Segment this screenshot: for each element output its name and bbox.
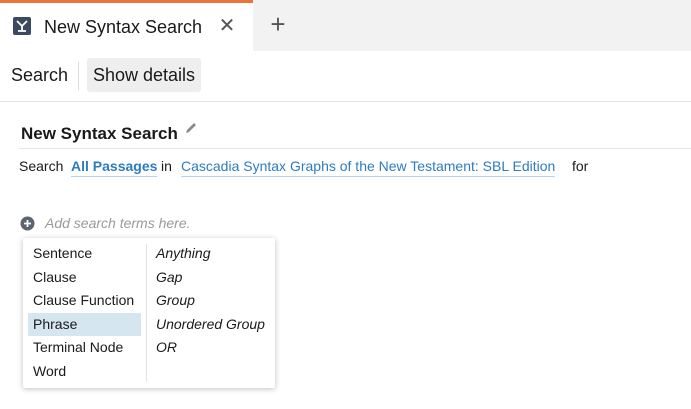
menu-item-word[interactable]: Word	[28, 360, 141, 383]
menu-item-terminal-node[interactable]: Terminal Node	[28, 336, 141, 359]
new-tab-plus-icon[interactable]: +	[266, 11, 290, 37]
search-title: New Syntax Search	[21, 124, 178, 143]
search-button[interactable]: Search	[11, 65, 68, 86]
toolbar-divider	[78, 62, 79, 90]
add-search-terms-input[interactable]: Add search terms here.	[45, 215, 191, 231]
for-word: for	[572, 158, 589, 174]
menu-column-divider	[146, 244, 147, 382]
toolbar: Search Show details	[0, 51, 691, 102]
show-details-button[interactable]: Show details	[87, 58, 202, 92]
menu-item-clause-function[interactable]: Clause Function	[28, 289, 141, 312]
add-circle-icon[interactable]	[20, 216, 35, 231]
scope-link[interactable]: All Passages	[71, 158, 158, 177]
tab-new-syntax-search[interactable]: New Syntax Search ✕	[0, 0, 253, 51]
in-word: in	[161, 158, 172, 174]
tab-strip: New Syntax Search ✕ +	[0, 0, 691, 51]
menu-item-phrase[interactable]: Phrase	[28, 313, 141, 336]
search-prefix: Search	[19, 158, 64, 174]
title-divider	[19, 148, 691, 149]
resource-link[interactable]: Cascadia Syntax Graphs of the New Testam…	[181, 158, 556, 177]
menu-item-gap[interactable]: Gap	[151, 266, 269, 289]
menu-item-group[interactable]: Group	[151, 289, 269, 312]
syntax-search-icon	[12, 16, 32, 36]
close-icon[interactable]: ✕	[218, 16, 236, 36]
menu-item-clause[interactable]: Clause	[28, 266, 141, 289]
menu-item-anything[interactable]: Anything	[151, 242, 269, 265]
menu-item-unordered-group[interactable]: Unordered Group	[151, 313, 269, 336]
pencil-icon[interactable]	[184, 121, 198, 135]
menu-item-or[interactable]: OR	[151, 336, 269, 359]
tab-title: New Syntax Search	[44, 17, 203, 37]
search-term-menu: Sentence Clause Clause Function Phrase T…	[23, 238, 275, 388]
menu-item-sentence[interactable]: Sentence	[28, 242, 141, 265]
